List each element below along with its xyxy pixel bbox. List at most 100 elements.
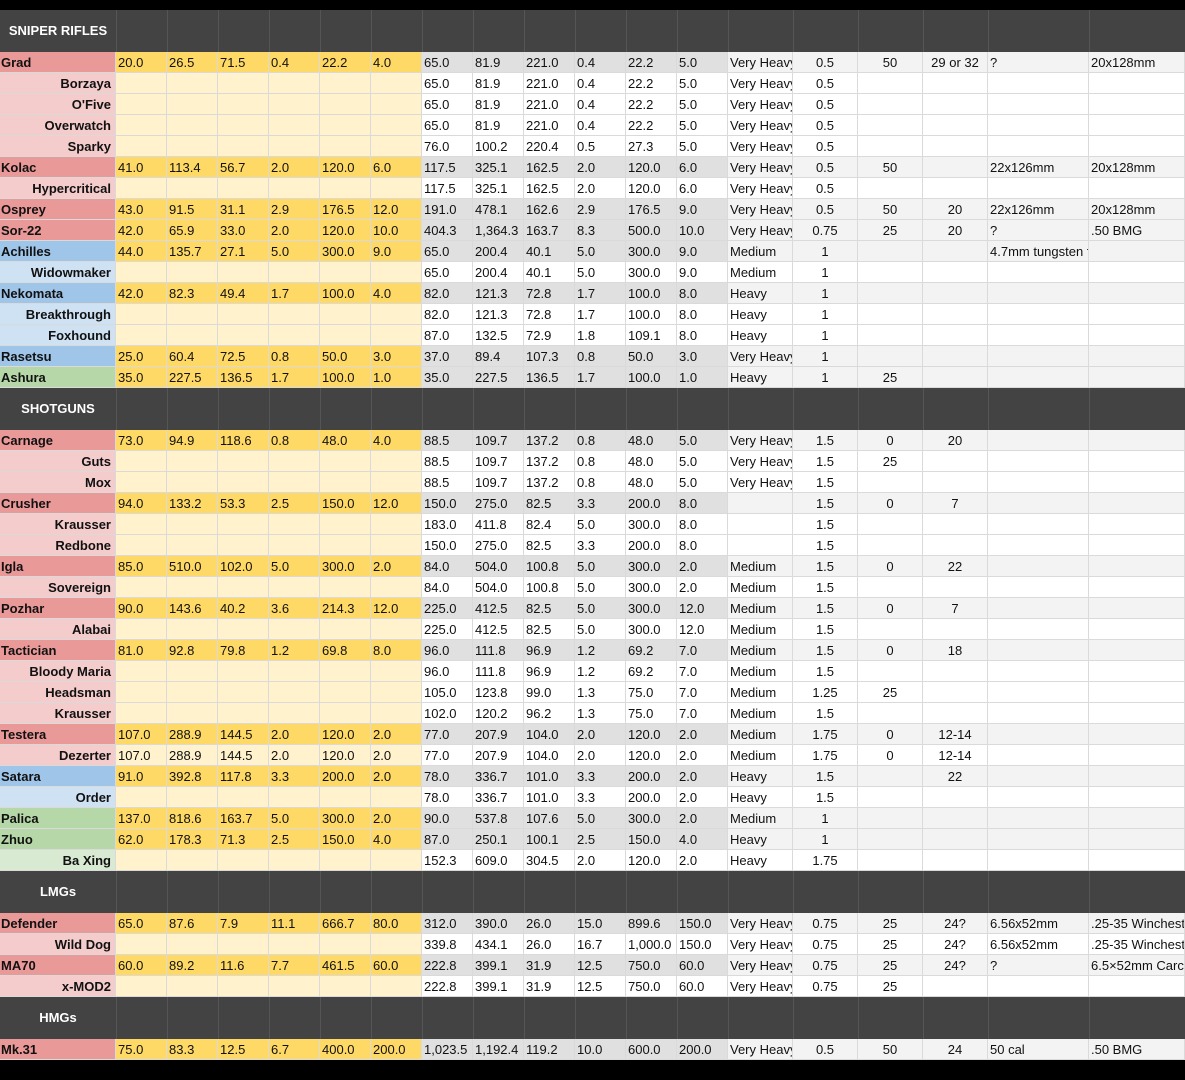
base-stat-cell[interactable]: 144.5	[218, 724, 269, 745]
modified-stat-cell[interactable]: 504.0	[473, 577, 524, 598]
base-stat-cell[interactable]: 4.0	[371, 52, 422, 73]
info-cell[interactable]	[988, 115, 1089, 136]
info-cell[interactable]	[1089, 94, 1185, 115]
info-cell[interactable]: Heavy	[728, 367, 793, 388]
base-stat-cell[interactable]	[371, 178, 422, 199]
modified-stat-cell[interactable]: 120.0	[626, 745, 677, 766]
base-stat-cell[interactable]: 49.4	[218, 283, 269, 304]
modified-stat-cell[interactable]: 200.0	[626, 787, 677, 808]
modified-stat-cell[interactable]: 81.9	[473, 73, 524, 94]
base-stat-cell[interactable]: 300.0	[320, 808, 371, 829]
base-stat-cell[interactable]: 200.0	[371, 1039, 422, 1060]
info-cell[interactable]: Heavy	[728, 283, 793, 304]
base-stat-cell[interactable]: 0.4	[269, 52, 320, 73]
base-stat-cell[interactable]: 40.2	[218, 598, 269, 619]
modified-stat-cell[interactable]: 65.0	[422, 262, 473, 283]
base-stat-cell[interactable]: 12.0	[371, 598, 422, 619]
table-row[interactable]: Sparky 76.0 100.2 220.4 0.5 27.3 5.0 Very Heavy…	[0, 136, 1185, 157]
base-stat-cell[interactable]: 102.0	[218, 556, 269, 577]
info-cell[interactable]: 1	[793, 346, 858, 367]
base-stat-cell[interactable]: 10.0	[371, 220, 422, 241]
base-stat-cell[interactable]	[269, 514, 320, 535]
modified-stat-cell[interactable]: 5.0	[677, 94, 728, 115]
modified-stat-cell[interactable]: 750.0	[626, 955, 677, 976]
info-cell[interactable]: 1.5	[793, 430, 858, 451]
base-stat-cell[interactable]	[218, 178, 269, 199]
info-cell[interactable]: 25	[858, 220, 923, 241]
base-stat-cell[interactable]	[371, 850, 422, 871]
info-cell[interactable]: Very Heavy	[728, 136, 793, 157]
info-cell[interactable]: 25	[858, 913, 923, 934]
base-stat-cell[interactable]: 2.0	[371, 724, 422, 745]
info-cell[interactable]: Very Heavy	[728, 976, 793, 997]
modified-stat-cell[interactable]: 5.0	[575, 262, 626, 283]
base-stat-cell[interactable]: 6.7	[269, 1039, 320, 1060]
info-cell[interactable]	[923, 829, 988, 850]
modified-stat-cell[interactable]: 96.9	[524, 661, 575, 682]
modified-stat-cell[interactable]: 107.3	[524, 346, 575, 367]
table-row[interactable]: Order 78.0 336.7 101.0 3.3 200.0 2.0 Heavy 1.5	[0, 787, 1185, 808]
modified-stat-cell[interactable]: 275.0	[473, 493, 524, 514]
base-stat-cell[interactable]: 69.8	[320, 640, 371, 661]
base-stat-cell[interactable]: 176.5	[320, 199, 371, 220]
modified-stat-cell[interactable]: 300.0	[626, 598, 677, 619]
modified-stat-cell[interactable]: 12.0	[677, 598, 728, 619]
info-cell[interactable]: 22	[923, 556, 988, 577]
info-cell[interactable]	[988, 682, 1089, 703]
info-cell[interactable]	[988, 850, 1089, 871]
info-cell[interactable]	[923, 514, 988, 535]
base-stat-cell[interactable]: 288.9	[167, 724, 218, 745]
base-stat-cell[interactable]	[269, 535, 320, 556]
modified-stat-cell[interactable]: 5.0	[575, 619, 626, 640]
info-cell[interactable]: 0	[858, 724, 923, 745]
info-cell[interactable]: Medium	[728, 577, 793, 598]
modified-stat-cell[interactable]: 5.0	[677, 52, 728, 73]
base-stat-cell[interactable]: 120.0	[320, 157, 371, 178]
modified-stat-cell[interactable]: 109.7	[473, 451, 524, 472]
modified-stat-cell[interactable]: 609.0	[473, 850, 524, 871]
info-cell[interactable]: 0.5	[793, 157, 858, 178]
info-cell[interactable]	[1089, 682, 1185, 703]
modified-stat-cell[interactable]: 8.0	[677, 535, 728, 556]
modified-stat-cell[interactable]: 5.0	[575, 241, 626, 262]
info-cell[interactable]	[923, 178, 988, 199]
info-cell[interactable]	[988, 766, 1089, 787]
modified-stat-cell[interactable]: 87.0	[422, 325, 473, 346]
base-stat-cell[interactable]	[116, 703, 167, 724]
base-stat-cell[interactable]: 0.8	[269, 430, 320, 451]
base-stat-cell[interactable]	[320, 703, 371, 724]
modified-stat-cell[interactable]: 2.0	[677, 577, 728, 598]
modified-stat-cell[interactable]: 89.4	[473, 346, 524, 367]
modified-stat-cell[interactable]: 3.3	[575, 535, 626, 556]
base-stat-cell[interactable]	[167, 934, 218, 955]
table-row[interactable]: Sovereign 84.0 504.0 100.8 5.0 300.0 2.0 Medium…	[0, 577, 1185, 598]
info-cell[interactable]: 1	[793, 304, 858, 325]
modified-stat-cell[interactable]: 88.5	[422, 472, 473, 493]
modified-stat-cell[interactable]: 75.0	[626, 682, 677, 703]
modified-stat-cell[interactable]: 137.2	[524, 472, 575, 493]
modified-stat-cell[interactable]: 12.5	[575, 976, 626, 997]
modified-stat-cell[interactable]: 275.0	[473, 535, 524, 556]
modified-stat-cell[interactable]: 221.0	[524, 52, 575, 73]
modified-stat-cell[interactable]: 221.0	[524, 73, 575, 94]
weapon-name-cell[interactable]: Overwatch	[0, 115, 116, 136]
modified-stat-cell[interactable]: 500.0	[626, 220, 677, 241]
modified-stat-cell[interactable]: 0.8	[575, 346, 626, 367]
base-stat-cell[interactable]	[116, 304, 167, 325]
info-cell[interactable]	[728, 514, 793, 535]
table-row[interactable]: Alabai 225.0 412.5 82.5 5.0 300.0 12.0 Medium 1.…	[0, 619, 1185, 640]
info-cell[interactable]	[1089, 241, 1185, 262]
info-cell[interactable]	[858, 619, 923, 640]
info-cell[interactable]	[858, 577, 923, 598]
modified-stat-cell[interactable]: 537.8	[473, 808, 524, 829]
base-stat-cell[interactable]	[167, 787, 218, 808]
info-cell[interactable]	[1089, 535, 1185, 556]
weapon-name-cell[interactable]: Carnage	[0, 430, 116, 451]
base-stat-cell[interactable]	[269, 850, 320, 871]
info-cell[interactable]: Medium	[728, 262, 793, 283]
base-stat-cell[interactable]	[116, 451, 167, 472]
info-cell[interactable]	[1089, 976, 1185, 997]
base-stat-cell[interactable]: 288.9	[167, 745, 218, 766]
modified-stat-cell[interactable]: 40.1	[524, 241, 575, 262]
modified-stat-cell[interactable]: 336.7	[473, 787, 524, 808]
